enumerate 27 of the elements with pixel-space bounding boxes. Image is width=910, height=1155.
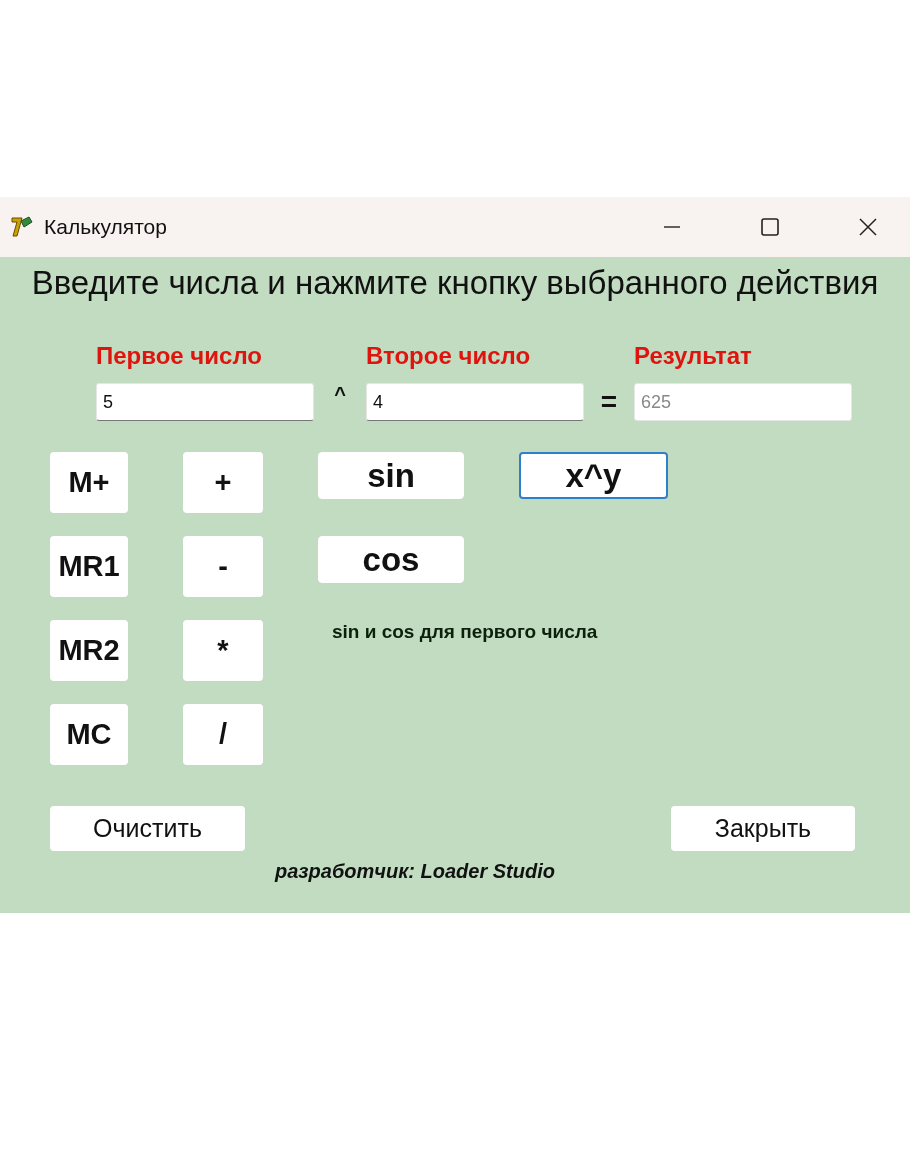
memory-button[interactable]: M+ xyxy=(50,452,128,513)
memory-button[interactable]: MC xyxy=(50,704,128,765)
app-icon xyxy=(10,215,34,239)
maximize-icon[interactable] xyxy=(760,217,780,237)
operation-button[interactable]: + xyxy=(183,452,263,513)
function-button[interactable]: sin xyxy=(318,452,464,499)
field-label: Первое число xyxy=(96,342,263,370)
clear-button[interactable]: Очистить xyxy=(50,806,245,851)
equals-sign: = xyxy=(599,386,619,418)
input-field[interactable]: 4 xyxy=(366,383,584,421)
operator-sign: ^ xyxy=(333,383,347,406)
field-label: Результат xyxy=(634,342,753,370)
developer-credit: разработчик: Loader Studio xyxy=(273,859,556,883)
operation-button[interactable]: * xyxy=(183,620,263,681)
function-button[interactable]: cos xyxy=(318,536,464,583)
input-field[interactable]: 5 xyxy=(96,383,314,421)
operation-button[interactable]: / xyxy=(183,704,263,765)
note-text: sin и cos для первого числа xyxy=(331,621,599,643)
close-button[interactable]: Закрыть xyxy=(671,806,855,851)
heading: Введите числа и нажмите кнопку выбранного действия xyxy=(30,263,880,303)
field-label: Второе число xyxy=(366,342,532,370)
memory-button[interactable]: MR1 xyxy=(50,536,128,597)
memory-button[interactable]: MR2 xyxy=(50,620,128,681)
window-title: Калькулятор xyxy=(44,215,167,239)
function-button[interactable]: x^y xyxy=(519,452,668,499)
operation-button[interactable]: - xyxy=(183,536,263,597)
close-icon[interactable] xyxy=(858,217,878,237)
